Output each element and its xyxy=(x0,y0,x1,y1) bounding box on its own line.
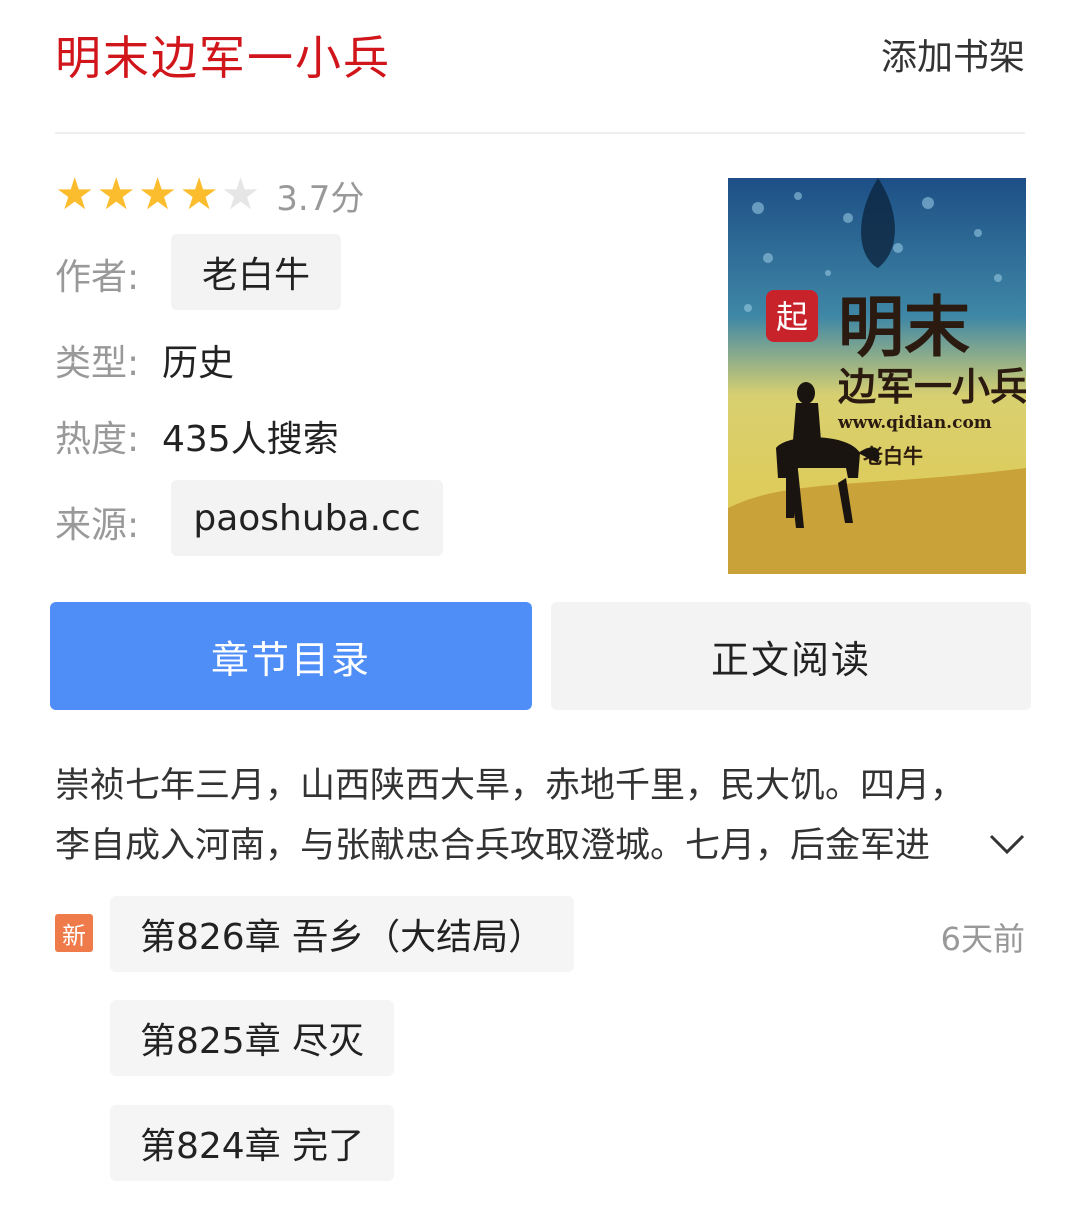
book-title: 明末边军一小兵 xyxy=(55,31,391,85)
heat-value: 435人搜索 xyxy=(162,419,339,460)
star-empty-icon: ★ xyxy=(220,169,261,220)
author-label: 作者: xyxy=(55,257,140,298)
rating: ★ ★ ★ ★ ★ 3.7分 xyxy=(55,170,364,220)
book-cover[interactable]: 起 明末 边军一小兵 www.qidian.com 老白牛 xyxy=(728,178,1026,574)
chapter-item[interactable]: 第825章 尽灭 xyxy=(110,1000,395,1076)
book-intro[interactable]: 崇祯七年三月，山西陕西大旱，赤地千里，民大饥。四月， 李自成入河南，与张献忠合兵… xyxy=(55,756,985,876)
chapter-update-time: 6天前 xyxy=(940,920,1025,958)
cover-url: www.qidian.com xyxy=(837,413,992,433)
cover-title-line1: 明末 xyxy=(838,289,970,366)
intro-line-1: 崇祯七年三月，山西陕西大旱，赤地千里，民大饥。四月， xyxy=(55,766,966,806)
star-icon: ★ xyxy=(55,169,95,220)
heat-label: 热度: xyxy=(55,419,140,460)
author-chip[interactable]: 老白牛 xyxy=(171,234,341,310)
cover-image: 起 明末 边军一小兵 www.qidian.com 老白牛 xyxy=(728,178,1026,574)
rating-score: 3.7分 xyxy=(276,178,365,219)
read-button[interactable]: 正文阅读 xyxy=(551,602,1031,710)
toc-button[interactable]: 章节目录 xyxy=(50,602,532,710)
chapter-item[interactable]: 第824章 完了 xyxy=(110,1105,395,1181)
chevron-down-icon[interactable] xyxy=(985,822,1029,866)
source-chip[interactable]: paoshuba.cc xyxy=(171,480,443,556)
chapter-item[interactable]: 第826章 吾乡（大结局） xyxy=(110,896,575,972)
new-badge: 新 xyxy=(55,914,93,952)
add-to-shelf-button[interactable]: 添加书架 xyxy=(881,28,1025,80)
cover-title-line2: 边军一小兵 xyxy=(838,365,1026,409)
cover-badge-text: 起 xyxy=(776,298,808,336)
source-label: 来源: xyxy=(55,505,140,546)
star-icon: ★ xyxy=(179,169,219,220)
rating-stars: ★ ★ ★ ★ ★ xyxy=(55,170,262,220)
star-icon: ★ xyxy=(96,169,136,220)
book-detail-page: 明末边军一小兵 添加书架 ★ ★ ★ ★ ★ 3.7分 作者: 老白牛 类型: … xyxy=(0,0,1080,1205)
genre-value: 历史 xyxy=(162,343,235,384)
intro-line-2: 李自成入河南，与张献忠合兵攻取澄城。七月，后金军进 xyxy=(55,826,931,866)
star-icon: ★ xyxy=(137,169,178,220)
header: 明末边军一小兵 添加书架 xyxy=(55,0,1025,134)
genre-label: 类型: xyxy=(55,343,140,384)
